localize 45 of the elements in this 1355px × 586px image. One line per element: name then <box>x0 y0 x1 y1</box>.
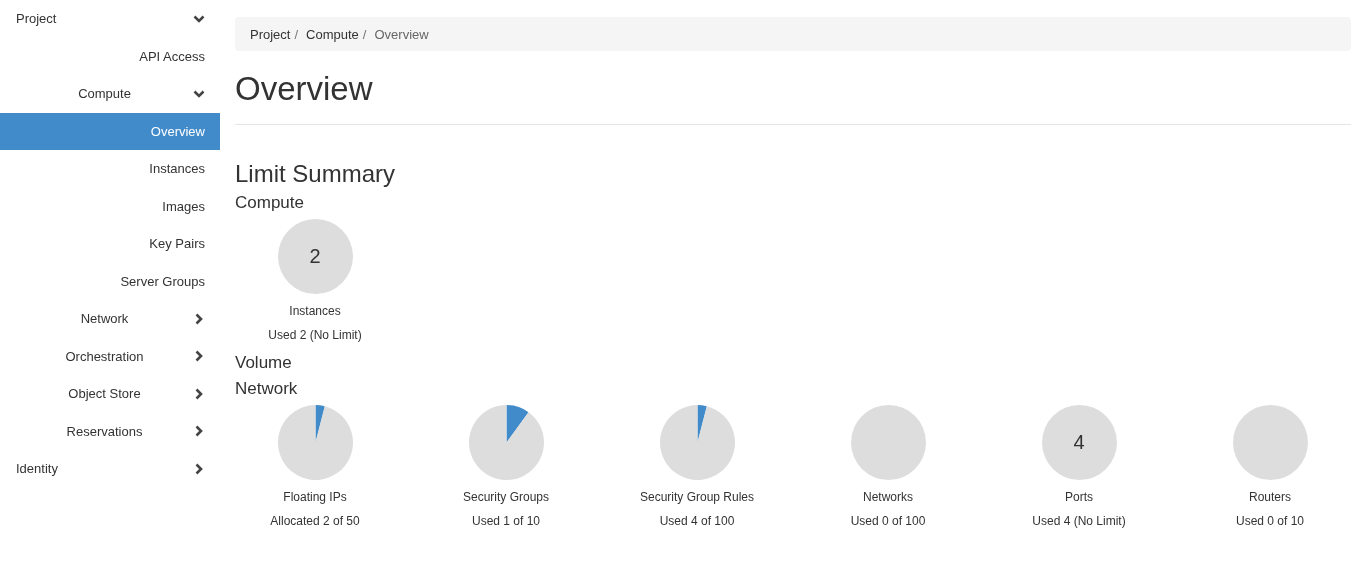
usage-text: Used 0 of 100 <box>850 514 926 528</box>
usage-circle: 2 <box>277 219 353 294</box>
chevron-right-icon <box>193 387 205 400</box>
chart-label: Floating IPs <box>283 490 347 504</box>
sidebar-group[interactable]: Orchestration <box>0 337 220 375</box>
breadcrumb-link[interactable]: Project <box>250 26 291 42</box>
chart-label: Networks <box>863 490 913 504</box>
sidebar-item[interactable]: Instances <box>0 150 220 188</box>
usage-text: Used 0 of 10 <box>1235 514 1304 528</box>
section-subtitle: Compute <box>235 192 305 214</box>
sidebar-item[interactable]: Server Groups <box>0 262 220 300</box>
breadcrumb-separator: / <box>362 26 367 42</box>
sidebar-group[interactable]: Object Store <box>0 375 220 413</box>
chevron-right-icon <box>193 350 205 363</box>
sidebar-group[interactable]: Network <box>0 300 220 338</box>
usage-circle: 4 <box>1041 405 1117 480</box>
chart-label: Security Group Rules <box>639 490 754 504</box>
sidebar-item[interactable]: API Access <box>0 37 220 75</box>
page-title: Overview <box>235 71 374 107</box>
chevron-right-icon <box>193 425 205 438</box>
breadcrumb-current: Overview <box>374 26 429 42</box>
breadcrumb-separator: / <box>294 26 299 42</box>
chart-label: Routers <box>1249 490 1291 504</box>
chart-label: Instances <box>289 304 341 318</box>
sidebar-group[interactable]: Compute <box>0 75 220 113</box>
sidebar-item[interactable]: Overview <box>0 112 220 150</box>
chevron-right-icon <box>193 462 205 475</box>
section-subtitle: Network <box>235 378 299 400</box>
chart-label: Security Groups <box>462 490 549 504</box>
section-subtitle: Volume <box>235 352 293 374</box>
usage-text: Allocated 2 of 50 <box>270 514 360 528</box>
chart-label: Ports <box>1065 490 1093 504</box>
sidebar-group[interactable]: Identity <box>0 450 220 488</box>
sidebar-group[interactable]: Project <box>0 0 220 38</box>
usage-text: Used 4 of 100 <box>659 514 735 528</box>
usage-text: Used 2 (No Limit) <box>268 328 362 342</box>
section-title: Limit Summary <box>235 160 397 188</box>
usage-text: Used 1 of 10 <box>471 514 540 528</box>
chevron-right-icon <box>193 312 205 325</box>
sidebar-item[interactable]: Images <box>0 187 220 225</box>
sidebar-group[interactable]: Reservations <box>0 412 220 450</box>
usage-text: Used 4 (No Limit) <box>1032 514 1126 528</box>
sidebar-item[interactable]: Key Pairs <box>0 225 220 263</box>
breadcrumb-link[interactable]: Compute <box>306 26 359 42</box>
used-slice <box>506 405 529 443</box>
